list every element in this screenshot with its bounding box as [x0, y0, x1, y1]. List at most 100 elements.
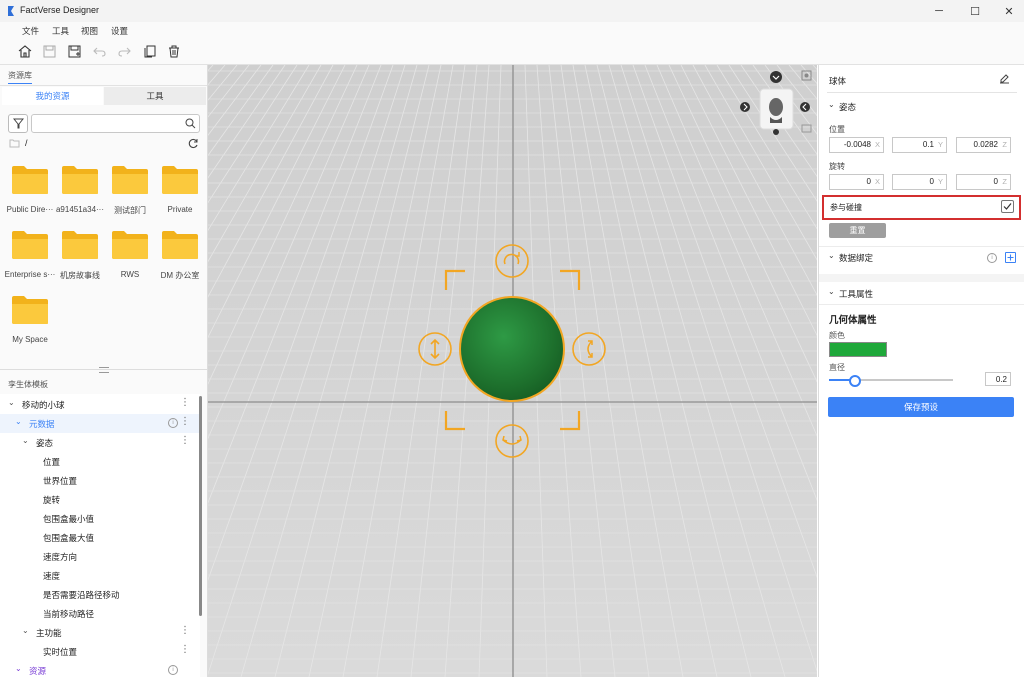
home-button[interactable]	[16, 43, 33, 60]
edit-icon[interactable]	[999, 73, 1010, 84]
resource-panel: 资源库 我的资源 工具 / Public Dire··· a91451a34···…	[0, 65, 208, 677]
info-icon[interactable]: i	[168, 418, 178, 428]
save-button[interactable]	[41, 43, 58, 60]
tree-item-metadata[interactable]: ⌄ 元数据 i ⋮	[0, 414, 200, 433]
tree-item-pose-child[interactable]: 位置	[0, 452, 200, 471]
chevron-down-icon	[770, 71, 782, 83]
close-button[interactable]: ✕	[992, 0, 1024, 22]
position-label: 位置	[829, 125, 845, 134]
tree-item-resource[interactable]: ⌄ 资源 i	[0, 661, 200, 677]
collision-checkbox[interactable]	[1001, 200, 1014, 213]
diameter-input[interactable]: 0.2	[985, 372, 1011, 386]
position-x-field[interactable]: -0.0048 X	[829, 137, 884, 153]
tab-tools[interactable]: 工具	[104, 87, 206, 105]
info-icon[interactable]: i	[168, 665, 178, 675]
folder-item[interactable]: Public Dire···	[5, 165, 55, 227]
folder-icon	[112, 231, 148, 259]
tab-my-resources[interactable]: 我的资源	[2, 87, 103, 105]
filter-icon	[13, 118, 24, 129]
save-preset-button[interactable]: 保存预设	[828, 397, 1014, 417]
tree-item-pose-child[interactable]: 世界位置	[0, 471, 200, 490]
diameter-label: 直径	[829, 363, 845, 372]
folder-icon	[62, 231, 98, 259]
chevron-down-icon: ⌄	[15, 664, 22, 673]
rotation-x-field[interactable]: 0X	[829, 174, 884, 190]
sphere-object[interactable]	[459, 296, 565, 402]
redo-button[interactable]	[116, 43, 133, 60]
folder-item[interactable]: a91451a34···	[55, 165, 105, 227]
more-icon[interactable]: ⋮	[180, 644, 190, 655]
copy-icon	[144, 45, 155, 58]
property-panel: 球体 ⌄ 姿态 位置 -0.0048 X 0.1 Y 0.0282 Z 旋转 0X 0…	[818, 65, 1024, 677]
more-icon[interactable]: ⋮	[180, 397, 190, 408]
folder-item[interactable]: DM 办公室	[155, 230, 205, 292]
rotation-z-field[interactable]: 0Z	[956, 174, 1011, 190]
redo-icon	[118, 47, 131, 57]
splitter-handle[interactable]	[99, 367, 109, 373]
rotation-y-field[interactable]: 0Y	[892, 174, 947, 190]
refresh-icon[interactable]	[188, 138, 199, 149]
menu-tools[interactable]: 工具	[52, 25, 69, 37]
folder-item[interactable]: Private	[155, 165, 205, 227]
color-swatch[interactable]	[829, 342, 887, 357]
more-icon[interactable]: ⋮	[180, 435, 190, 446]
position-y-field[interactable]: 0.1 Y	[892, 137, 947, 153]
diameter-slider[interactable]	[829, 375, 953, 387]
chevron-down-icon: ⌄	[828, 251, 835, 260]
tree-item-pose-child[interactable]: 速度方向	[0, 547, 200, 566]
scene-canvas[interactable]	[208, 65, 817, 677]
undo-button[interactable]	[91, 43, 108, 60]
divider	[827, 92, 1017, 93]
menu-settings[interactable]: 设置	[111, 25, 128, 37]
tree-item-pose-child[interactable]: 包围盒最小值	[0, 509, 200, 528]
rotation-label: 旋转	[829, 162, 845, 171]
folder-item[interactable]: 机房故事线	[55, 230, 105, 292]
tree-item-pose-child[interactable]: 旋转	[0, 490, 200, 509]
folder-item[interactable]: 测试部门	[105, 165, 155, 227]
slider-handle[interactable]	[848, 375, 861, 387]
delete-button[interactable]	[165, 43, 182, 60]
save-as-button[interactable]	[66, 43, 83, 60]
more-icon[interactable]: ⋮	[180, 625, 190, 636]
tree-item-main-function[interactable]: ⌄ 主功能 ⋮	[0, 623, 200, 642]
position-z-field[interactable]: 0.0282 Z	[956, 137, 1011, 153]
toolbar	[0, 39, 1024, 65]
section-pose[interactable]: ⌄ 姿态	[819, 97, 1024, 115]
maximize-button[interactable]: ☐	[958, 0, 992, 22]
tree-item-pose-child[interactable]: 包围盒最大值	[0, 528, 200, 547]
tree-scrollbar[interactable]	[199, 396, 202, 616]
tree-item-pose-child[interactable]: 是否需要沿路径移动	[0, 585, 200, 604]
chevron-down-icon: ⌄	[22, 626, 29, 635]
search-input[interactable]	[31, 114, 200, 133]
tree-item-main-child[interactable]: 实时位置 ⋮	[0, 642, 200, 661]
scene-viewport[interactable]	[208, 65, 817, 677]
folder-icon	[12, 166, 48, 194]
checkmark-icon	[1003, 203, 1012, 210]
tree-item-pose[interactable]: ⌄ 姿态 ⋮	[0, 433, 200, 452]
section-tool-properties[interactable]: ⌄ 工具属性	[819, 284, 1024, 302]
add-binding-button[interactable]	[1005, 252, 1016, 263]
info-icon[interactable]: i	[987, 253, 997, 263]
more-icon[interactable]: ⋮	[180, 416, 190, 427]
tree-item-pose-child[interactable]: 速度	[0, 566, 200, 585]
chevron-down-icon: ⌄	[22, 436, 29, 445]
chevron-down-icon: ⌄	[828, 287, 835, 296]
folder-label: DM 办公室	[160, 271, 200, 280]
filter-button[interactable]	[8, 114, 28, 133]
geometry-title: 几何体属性	[829, 315, 877, 326]
search-icon[interactable]	[185, 118, 196, 129]
reset-button[interactable]: 重置	[829, 223, 886, 238]
copy-button[interactable]	[141, 43, 158, 60]
tree-item-root[interactable]: ⌄ 移动的小球 ⋮	[0, 395, 200, 414]
folder-item[interactable]: My Space	[5, 295, 55, 357]
minimize-button[interactable]: ─	[922, 0, 956, 22]
tree-item-pose-child[interactable]: 当前移动路径	[0, 604, 200, 623]
folder-item[interactable]: RWS	[105, 230, 155, 292]
menu-file[interactable]: 文件	[22, 25, 39, 37]
folder-item[interactable]: Enterprise s···	[5, 230, 55, 292]
menu-view[interactable]: 视图	[81, 25, 98, 37]
panel-title: 资源库	[8, 70, 32, 84]
folder-label: My Space	[12, 335, 48, 344]
folder-icon	[12, 296, 48, 324]
folder-label: Private	[167, 205, 193, 214]
